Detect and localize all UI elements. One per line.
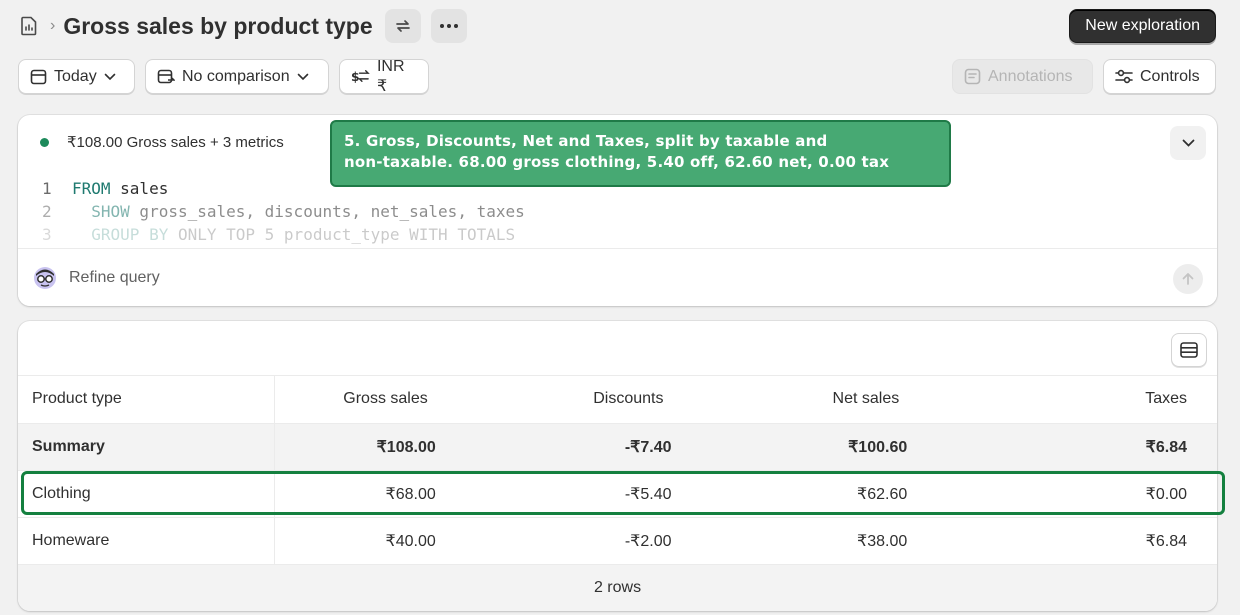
column-header-taxes[interactable]: Taxes — [981, 376, 1217, 424]
cell: ₹6.84 — [981, 423, 1217, 471]
svg-text:$: $ — [351, 70, 360, 84]
code-text: sales — [110, 179, 169, 198]
toolbar: Today No comparison $ INR ₹ Annotations … — [18, 57, 1216, 95]
summary-row: Summary ₹108.00 -₹7.40 ₹100.60 ₹6.84 — [18, 423, 1217, 471]
chevron-right-icon: › — [50, 17, 56, 34]
status-dot-icon — [40, 137, 49, 147]
keyword: GROUP BY — [91, 225, 169, 244]
comparison-label: No comparison — [182, 67, 290, 85]
send-button[interactable] — [1173, 264, 1203, 294]
date-range-label: Today — [54, 67, 97, 85]
cell: Summary — [18, 423, 275, 471]
swap-arrows-icon — [395, 20, 410, 32]
metrics-summary-label: ₹108.00 Gross sales + 3 metrics — [67, 134, 284, 151]
sliders-icon — [1115, 69, 1133, 84]
callout-annotation: 5. Gross, Discounts, Net and Taxes, spli… — [330, 120, 951, 187]
chevron-down-icon — [1182, 139, 1194, 147]
row-count: 2 rows — [18, 564, 1217, 611]
cell: -₹2.00 — [509, 517, 746, 565]
page-header: › Gross sales by product type New explor… — [18, 8, 1218, 44]
comparison-button[interactable]: No comparison — [145, 59, 329, 94]
cell: Clothing — [18, 470, 275, 518]
controls-button[interactable]: Controls — [1103, 59, 1216, 94]
table-view-button[interactable] — [1171, 333, 1207, 367]
currency-exchange-icon: $ — [351, 70, 370, 84]
cell: ₹68.00 — [274, 470, 510, 518]
date-range-button[interactable]: Today — [18, 59, 135, 94]
cell: Homeware — [18, 517, 275, 565]
table-header-bar — [18, 321, 1217, 376]
results-table: Product type Gross sales Discounts Net s… — [18, 376, 1217, 611]
cell: -₹5.40 — [509, 470, 746, 518]
cell: ₹6.84 — [981, 517, 1217, 565]
annotations-label: Annotations — [988, 67, 1073, 85]
code-line: 2 SHOW gross_sales, discounts, net_sales… — [18, 200, 525, 223]
code-line: 3 GROUP BY ONLY TOP 5 product_type WITH … — [18, 223, 525, 246]
assistant-avatar-icon — [33, 266, 57, 290]
line-number: 3 — [42, 225, 52, 244]
controls-label: Controls — [1140, 67, 1200, 85]
results-table-card: Product type Gross sales Discounts Net s… — [18, 321, 1217, 611]
currency-label: INR ₹ — [376, 57, 405, 95]
table-row[interactable]: Clothing ₹68.00 -₹5.40 ₹62.60 ₹0.00 — [18, 470, 1217, 518]
note-icon — [964, 68, 981, 85]
new-exploration-button[interactable]: New exploration — [1069, 9, 1216, 43]
currency-button[interactable]: $ INR ₹ — [339, 57, 429, 95]
calendar-compare-icon — [157, 69, 175, 84]
column-header-discounts[interactable]: Discounts — [509, 376, 746, 424]
table-layout-icon — [1180, 342, 1198, 358]
cell: ₹62.60 — [745, 470, 982, 518]
cell: ₹0.00 — [981, 470, 1217, 518]
swap-button[interactable] — [384, 9, 421, 43]
cell: -₹7.40 — [509, 423, 746, 471]
report-file-icon[interactable] — [18, 15, 40, 37]
cell: ₹100.60 — [745, 423, 982, 471]
code-text: ONLY TOP 5 product_type WITH TOTALS — [168, 225, 516, 244]
chevron-down-icon — [104, 73, 116, 80]
calendar-icon — [30, 69, 47, 85]
keyword: FROM — [72, 179, 111, 198]
keyword: SHOW — [91, 202, 130, 221]
more-actions-button[interactable] — [430, 9, 467, 43]
code-text: gross_sales, discounts, net_sales, taxes — [129, 202, 525, 221]
callout-line: non-taxable. 68.00 gross clothing, 5.40 … — [344, 153, 890, 171]
page-title: Gross sales by product type — [63, 12, 373, 39]
ellipsis-icon — [439, 24, 458, 28]
arrow-up-icon — [1182, 273, 1194, 285]
cell: ₹108.00 — [274, 423, 510, 471]
refine-query-bar: Refine query — [18, 248, 1217, 306]
metrics-summary[interactable]: ₹108.00 Gross sales + 3 metrics — [40, 133, 284, 151]
table-header-row: Product type Gross sales Discounts Net s… — [18, 376, 1217, 424]
line-number: 1 — [42, 179, 52, 198]
annotations-button[interactable]: Annotations — [952, 59, 1093, 94]
column-header-gross-sales[interactable]: Gross sales — [274, 376, 510, 424]
table-row[interactable]: Homeware ₹40.00 -₹2.00 ₹38.00 ₹6.84 — [18, 517, 1217, 565]
line-number: 2 — [42, 202, 52, 221]
table-footer: 2 rows — [18, 564, 1217, 611]
column-header-product-type[interactable]: Product type — [18, 376, 275, 424]
cell: ₹40.00 — [274, 517, 510, 565]
chevron-down-icon — [297, 73, 308, 80]
collapse-button[interactable] — [1170, 126, 1206, 160]
callout-line: 5. Gross, Discounts, Net and Taxes, spli… — [344, 132, 828, 150]
query-editor[interactable]: 1 FROM sales 2 SHOW gross_sales, discount… — [18, 177, 525, 246]
column-header-net-sales[interactable]: Net sales — [745, 376, 982, 424]
refine-query-input[interactable]: Refine query — [69, 269, 160, 287]
cell: ₹38.00 — [745, 517, 982, 565]
